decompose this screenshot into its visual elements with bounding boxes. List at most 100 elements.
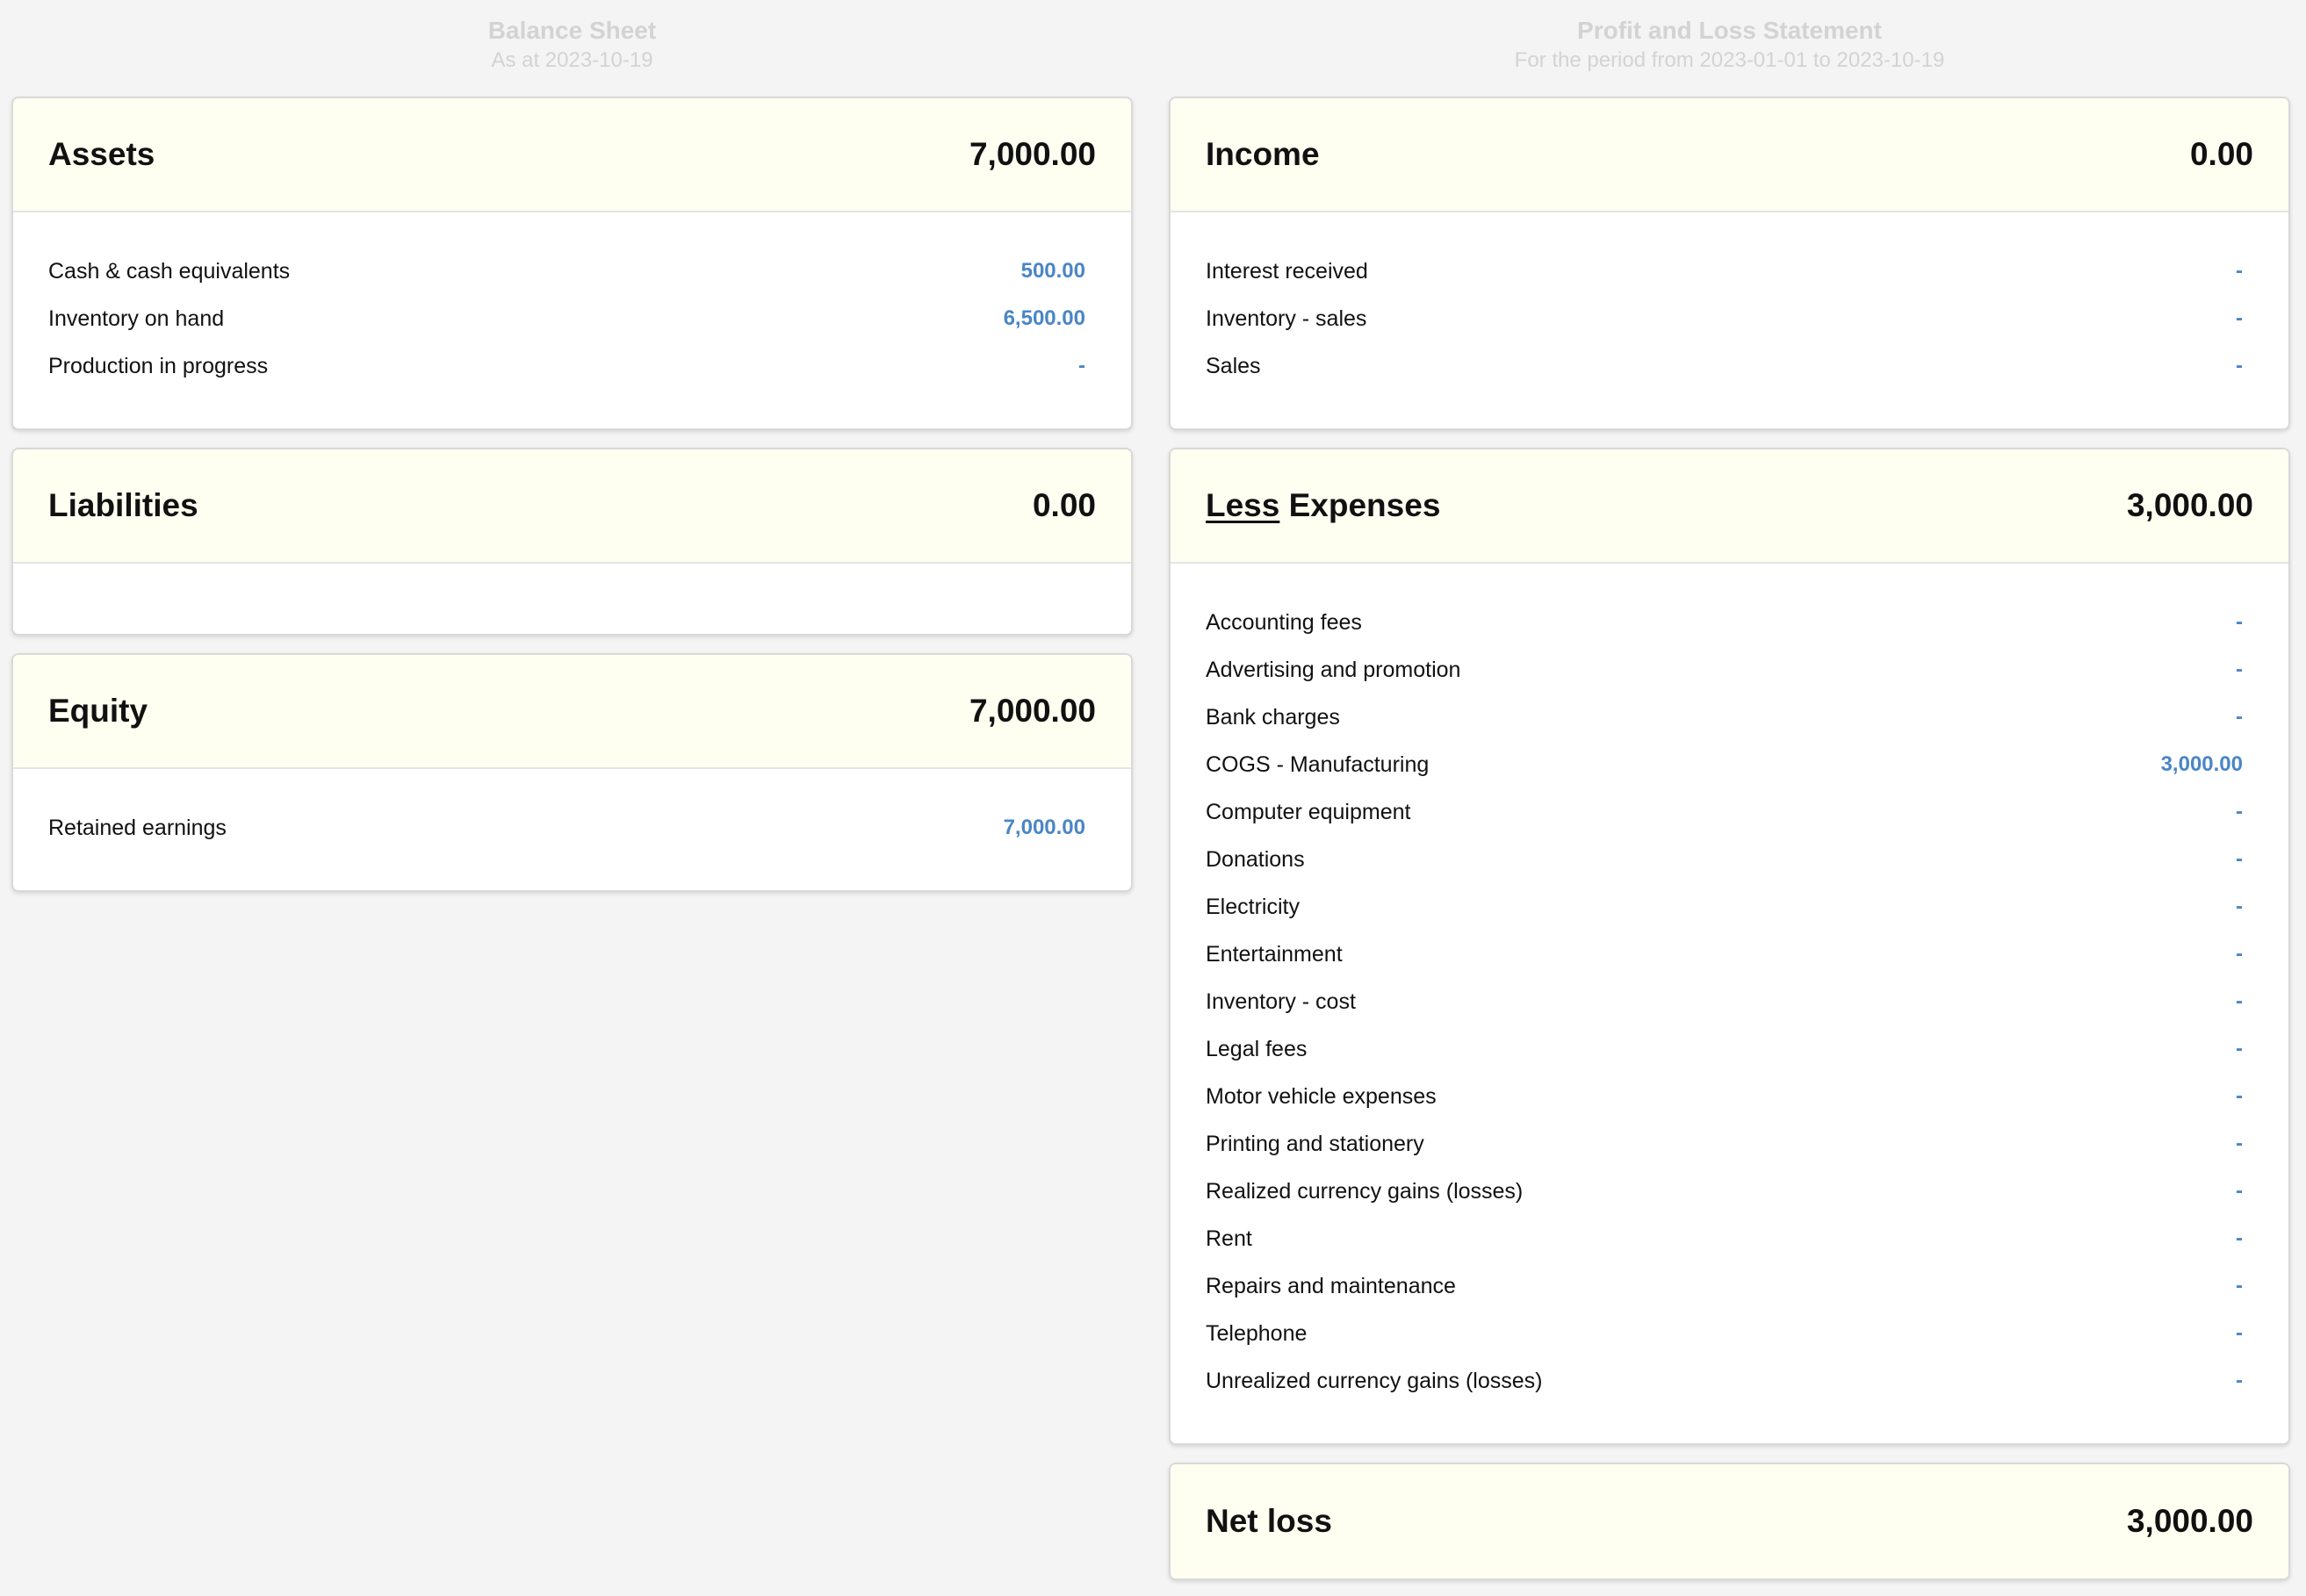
row-label: COGS - Manufacturing [1206,751,1430,777]
table-row: Unrealized currency gains (losses) - [1206,1357,2243,1405]
income-card: Income 0.00 Interest received - Inventor… [1169,97,2290,430]
row-label: Cash & cash equivalents [48,258,291,284]
row-value-link[interactable]: - [2236,354,2243,378]
net-loss-title: Net loss [1206,1503,1332,1539]
table-row: COGS - Manufacturing 3,000.00 [1206,741,2243,788]
equity-title: Equity [48,693,148,729]
table-row: Accounting fees - [1206,599,2243,646]
assets-card-header: Assets 7,000.00 [13,98,1131,212]
row-label: Printing and stationery [1206,1131,1424,1156]
row-value-link[interactable]: - [2236,1037,2243,1061]
row-value-link[interactable]: - [2236,1179,2243,1204]
net-loss-card: Net loss 3,000.00 [1169,1463,2290,1580]
table-row: Inventory - sales - [1206,295,2243,342]
profit-loss-subtitle: For the period from 2023-01-01 to 2023-1… [1514,48,1945,72]
balance-sheet-subtitle: As at 2023-10-19 [491,48,653,72]
row-value-link[interactable]: - [2236,847,2243,872]
row-label: Realized currency gains (losses) [1206,1178,1524,1204]
row-value-link[interactable]: - [1078,354,1085,378]
row-label: Rent [1206,1226,1252,1251]
table-row: Cash & cash equivalents 500.00 [48,248,1085,295]
equity-card: Equity 7,000.00 Retained earnings 7,000.… [11,653,1133,892]
row-label: Advertising and promotion [1206,657,1461,682]
liabilities-card-body [13,564,1131,634]
financial-report-page: Balance Sheet As at 2023-10-19 Assets 7,… [0,0,2306,1596]
row-value-link[interactable]: - [2236,259,2243,284]
expenses-title-less: Less [1206,487,1280,523]
income-card-header: Income 0.00 [1171,98,2288,212]
row-value-link[interactable]: - [2236,1274,2243,1298]
expenses-card-header: Less Expenses 3,000.00 [1171,449,2288,564]
row-value-link[interactable]: - [2236,306,2243,331]
table-row: Motor vehicle expenses - [1206,1073,2243,1120]
row-value-link[interactable]: - [2236,610,2243,635]
table-row: Interest received - [1206,248,2243,295]
profit-loss-header: Profit and Loss Statement For the period… [1169,0,2290,97]
expenses-title-label: Expenses [1279,487,1441,523]
row-value-link[interactable]: 500.00 [1021,259,1085,284]
assets-card-body: Cash & cash equivalents 500.00 Inventory… [13,212,1131,428]
liabilities-title: Liabilities [48,487,198,523]
row-value-link[interactable]: - [2236,800,2243,824]
row-label: Sales [1206,353,1261,378]
row-label: Unrealized currency gains (losses) [1206,1368,1543,1393]
row-value-link[interactable]: - [2236,658,2243,682]
table-row: Production in progress - [48,342,1085,390]
table-row: Telephone - [1206,1310,2243,1357]
table-row: Electricity - [1206,883,2243,931]
profit-loss-column: Profit and Loss Statement For the period… [1169,0,2290,1596]
expenses-card: Less Expenses 3,000.00 Accounting fees - … [1169,448,2290,1445]
balance-sheet-title: Balance Sheet [487,17,657,44]
equity-card-header: Equity 7,000.00 [13,655,1131,769]
balance-sheet-header: Balance Sheet As at 2023-10-19 [11,0,1133,97]
table-row: Repairs and maintenance - [1206,1262,2243,1310]
liabilities-total: 0.00 [1032,487,1096,523]
expenses-card-body: Accounting fees - Advertising and promoti… [1171,564,2288,1443]
assets-card: Assets 7,000.00 Cash & cash equivalents … [11,97,1133,430]
table-row: Advertising and promotion - [1206,646,2243,694]
row-value-link[interactable]: - [2236,705,2243,730]
row-label: Motor vehicle expenses [1206,1083,1437,1109]
table-row: Entertainment - [1206,931,2243,978]
liabilities-card: Liabilities 0.00 [11,448,1133,636]
row-value-link[interactable]: 7,000.00 [1004,816,1085,840]
table-row: Bank charges - [1206,694,2243,741]
income-card-body: Interest received - Inventory - sales - … [1171,212,2288,428]
row-label: Bank charges [1206,704,1340,730]
expenses-title: Less Expenses [1206,487,1440,524]
liabilities-card-header: Liabilities 0.00 [13,449,1131,564]
row-label: Inventory on hand [48,306,225,331]
assets-title: Assets [48,136,155,172]
income-total: 0.00 [2189,136,2253,172]
row-label: Legal fees [1206,1036,1308,1061]
row-value-link[interactable]: - [2236,1226,2243,1251]
equity-card-body: Retained earnings 7,000.00 [13,769,1131,890]
table-row: Retained earnings 7,000.00 [48,804,1085,852]
equity-total: 7,000.00 [969,693,1096,729]
table-row: Rent - [1206,1215,2243,1262]
row-value-link[interactable]: - [2236,1132,2243,1156]
net-loss-card-header: Net loss 3,000.00 [1171,1464,2288,1578]
row-value-link[interactable]: - [2236,1321,2243,1346]
row-value-link[interactable]: - [2236,989,2243,1014]
row-label: Inventory - cost [1206,989,1356,1014]
row-label: Entertainment [1206,941,1343,967]
row-value-link[interactable]: 6,500.00 [1004,306,1085,331]
table-row: Inventory on hand 6,500.00 [48,295,1085,342]
table-row: Computer equipment - [1206,788,2243,836]
row-label: Donations [1206,846,1305,872]
row-value-link[interactable]: - [2236,1369,2243,1393]
assets-total: 7,000.00 [969,136,1096,172]
row-value-link[interactable]: - [2236,942,2243,967]
row-label: Accounting fees [1206,609,1362,635]
row-value-link[interactable]: - [2236,1084,2243,1109]
row-value-link[interactable]: 3,000.00 [2161,752,2243,777]
row-label: Inventory - sales [1206,306,1367,331]
row-label: Interest received [1206,258,1368,284]
row-label: Production in progress [48,353,269,378]
table-row: Printing and stationery - [1206,1120,2243,1168]
row-value-link[interactable]: - [2236,895,2243,919]
table-row: Realized currency gains (losses) - [1206,1168,2243,1215]
balance-sheet-column: Balance Sheet As at 2023-10-19 Assets 7,… [11,0,1133,909]
row-label: Repairs and maintenance [1206,1273,1456,1298]
